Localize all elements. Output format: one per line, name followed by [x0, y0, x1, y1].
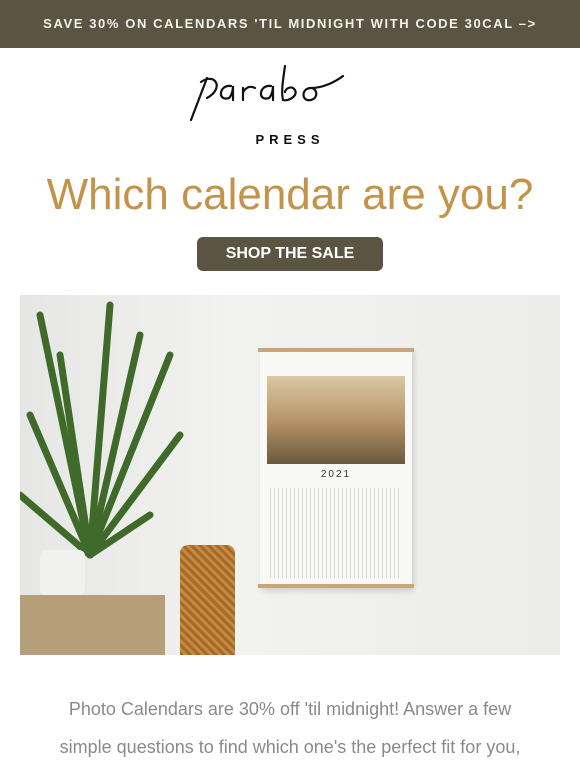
family-photo	[267, 376, 405, 464]
wall-calendar: 2021	[258, 348, 414, 588]
shop-the-sale-button[interactable]: SHOP THE SALE	[197, 237, 383, 271]
desk	[20, 595, 165, 655]
promo-banner[interactable]: SAVE 30% ON CALENDARS 'TIL MIDNIGHT WITH…	[0, 0, 580, 48]
calendar-year: 2021	[320, 469, 352, 480]
body-text-line-1: Photo Calendars are 30% off 'til midnigh…	[68, 699, 512, 719]
parabo-logo[interactable]	[185, 58, 395, 128]
logo-press-text: PRESS	[255, 132, 325, 147]
hero-image[interactable]: 2021	[20, 295, 560, 655]
chair	[180, 545, 235, 655]
body-text-line-2: simple questions to find which one's the…	[59, 737, 521, 757]
plant-illustration	[20, 301, 184, 595]
headline: Which calendar are you?	[46, 170, 534, 219]
